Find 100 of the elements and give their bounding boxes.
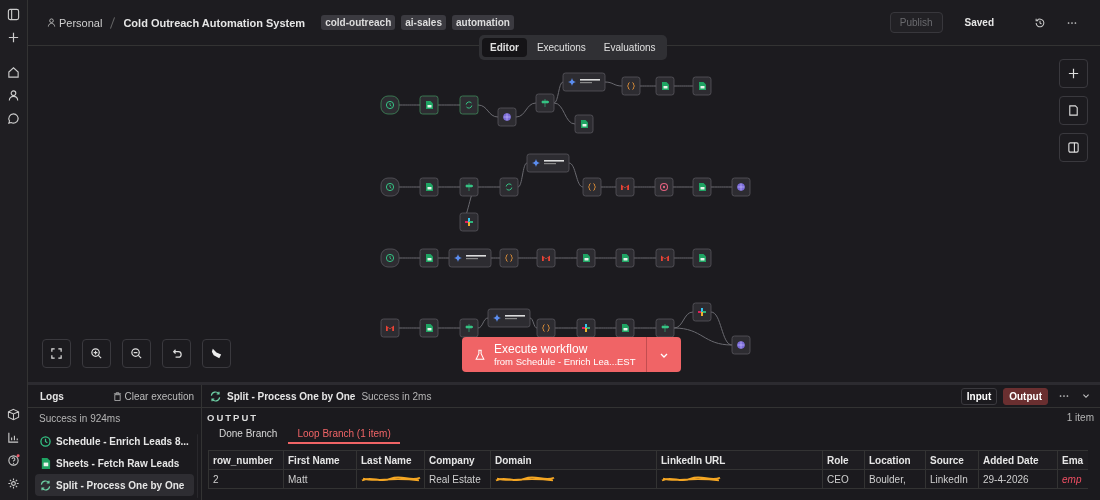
workflow-node[interactable] [497, 107, 517, 127]
undo-button[interactable] [162, 339, 191, 368]
workflow-node[interactable] [499, 248, 519, 268]
broom-icon [210, 347, 223, 360]
workflow-node[interactable] [419, 95, 439, 115]
table-cell: LinkedIn [925, 469, 979, 489]
workflow-node[interactable] [615, 248, 635, 268]
connector [554, 327, 578, 329]
view-tab[interactable]: Evaluations [595, 38, 664, 57]
workflow-node[interactable] [692, 177, 712, 197]
box-icon[interactable] [7, 408, 20, 421]
workflow-node[interactable] [459, 95, 479, 115]
workflow-node[interactable] [419, 318, 439, 338]
workflow-node[interactable] [574, 114, 594, 134]
workflow-node[interactable] [621, 76, 641, 96]
tag[interactable]: ai-sales [401, 15, 446, 30]
branch-tab[interactable]: Done Branch [210, 425, 287, 444]
workflow-node[interactable] [526, 153, 570, 173]
workflow-node[interactable] [535, 93, 555, 113]
tag[interactable]: cold-outreach [321, 15, 396, 30]
zoom-in-button[interactable] [82, 339, 111, 368]
column-header: Last Name [356, 450, 425, 470]
mode-toggle[interactable]: Output [1003, 387, 1048, 405]
section-label: OUTPUT [207, 412, 259, 423]
column-header: Added Date [978, 450, 1058, 470]
workflow-node[interactable] [562, 72, 606, 92]
workflow-node[interactable] [459, 318, 479, 338]
home-icon[interactable] [7, 66, 20, 79]
tidy-up-button[interactable] [202, 339, 231, 368]
workflow-node[interactable] [380, 95, 400, 115]
logs-title: Logs [40, 390, 64, 402]
connector [673, 85, 694, 87]
view-tab[interactable]: Executions [528, 38, 594, 57]
workflow-node[interactable] [459, 212, 479, 232]
workflow-node[interactable] [499, 177, 519, 197]
panel-icon [1067, 141, 1080, 154]
workflow-node[interactable] [448, 248, 492, 268]
chat-icon[interactable] [7, 112, 20, 125]
fit-view-button[interactable] [42, 339, 71, 368]
workflow-node[interactable] [419, 177, 439, 197]
workflow-node[interactable] [692, 302, 712, 322]
sidebar-toggle-icon[interactable] [7, 8, 20, 21]
workflow-node[interactable] [459, 177, 479, 197]
tag[interactable]: automation [452, 15, 514, 30]
workflow-node[interactable] [576, 318, 596, 338]
workflow-node[interactable] [419, 248, 439, 268]
workflow-node[interactable] [692, 248, 712, 268]
view-tab[interactable]: Editor [482, 38, 527, 57]
connector [398, 327, 421, 329]
node-name: Split - Process One by One [227, 390, 356, 402]
mode-toggle[interactable]: Input [960, 387, 998, 405]
trash-icon [112, 391, 122, 401]
connector [568, 162, 584, 188]
plus-icon[interactable] [7, 31, 20, 44]
saved-status: Saved [964, 17, 994, 28]
log-item[interactable]: Split - Process One by One [35, 474, 194, 496]
connector [398, 257, 421, 259]
zoom-out-button[interactable] [122, 339, 151, 368]
connector [594, 257, 617, 259]
undo-icon [170, 347, 183, 360]
sticky-note-button[interactable] [1059, 96, 1088, 125]
workflow-node[interactable] [615, 318, 635, 338]
workflow-node[interactable] [615, 177, 635, 197]
connector [633, 257, 657, 259]
panel-toggle-button[interactable] [1059, 133, 1088, 162]
clear-execution-button[interactable]: Clear execution [112, 390, 194, 402]
person-icon[interactable] [7, 89, 20, 102]
workflow-node[interactable] [655, 318, 675, 338]
column-header: Ema [1057, 450, 1088, 470]
help-icon[interactable] [7, 454, 20, 467]
workflow-node[interactable] [654, 177, 674, 197]
log-item[interactable]: Schedule - Enrich Leads 8... [35, 430, 194, 452]
workflow-node[interactable] [380, 177, 400, 197]
workflow-node[interactable] [487, 308, 531, 328]
column-header: Location [864, 450, 926, 470]
workflow-node[interactable] [380, 248, 400, 268]
connector [517, 257, 538, 259]
workflow-node[interactable] [731, 177, 751, 197]
workflow-node[interactable] [582, 177, 602, 197]
workflow-node[interactable] [536, 318, 556, 338]
workflow-node[interactable] [380, 318, 400, 338]
workflow-node[interactable] [731, 335, 751, 355]
connector [515, 102, 537, 118]
workflow-title[interactable]: Cold Outreach Automation System [123, 16, 306, 29]
breadcrumb-link[interactable]: Personal [47, 16, 103, 29]
workflow-node[interactable] [655, 248, 675, 268]
add-node-button[interactable] [1059, 59, 1088, 88]
connector [529, 317, 538, 329]
workflow-node[interactable] [655, 76, 675, 96]
workflow-node[interactable] [692, 76, 712, 96]
history-icon[interactable] [1034, 16, 1046, 29]
connector [398, 186, 421, 188]
workflow-node[interactable] [536, 248, 556, 268]
column-header: Company [424, 450, 491, 470]
settings-icon[interactable] [7, 477, 20, 490]
branch-tab[interactable]: Loop Branch (1 item) [288, 425, 400, 444]
flask-icon [474, 348, 486, 361]
log-item[interactable]: Sheets - Fetch Raw Leads [35, 452, 194, 474]
workflow-node[interactable] [576, 248, 596, 268]
chart-icon[interactable] [7, 431, 20, 444]
